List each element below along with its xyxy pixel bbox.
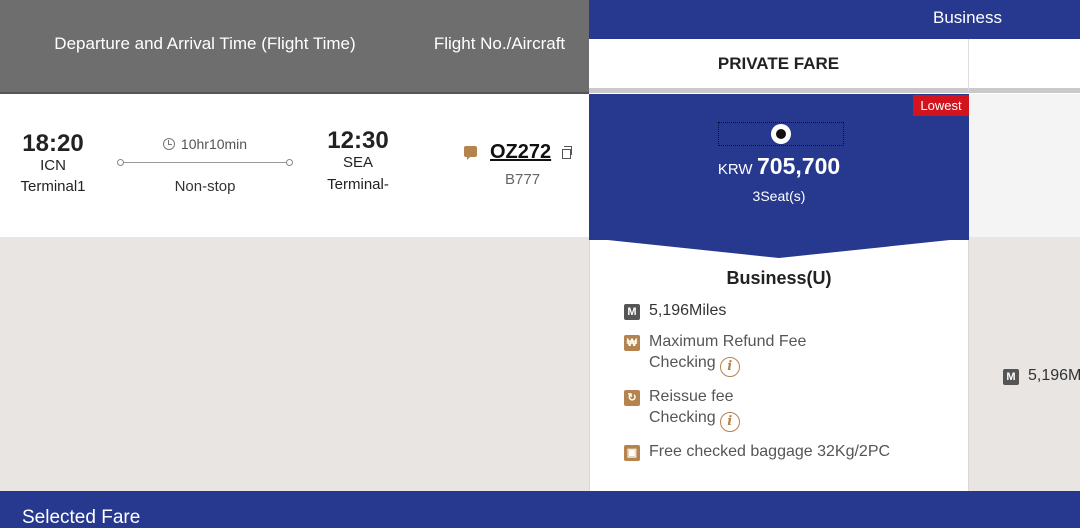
- fare-selection-page: Departure and Arrival Time (Flight Time)…: [0, 0, 1080, 528]
- price-amount: 705,700: [757, 153, 841, 179]
- copy-icon[interactable]: [562, 146, 572, 159]
- header-flight-column: Flight No./Aircraft: [433, 34, 566, 53]
- selected-fare-pointer: [589, 238, 969, 258]
- reissue-icon: ↻: [624, 390, 640, 406]
- cabin-class-label: Business: [933, 8, 1002, 27]
- refund-fee-label: Maximum Refund Fee: [649, 333, 807, 350]
- lowest-badge: Lowest: [913, 95, 969, 116]
- departure-time: 18:20: [22, 130, 84, 157]
- reissue-fee-status: Checking: [649, 409, 716, 426]
- miles-icon: M: [1003, 369, 1019, 385]
- fare-type-label: PRIVATE FARE: [717, 54, 840, 73]
- cabin-class-header: Business: [589, 0, 1080, 39]
- selected-fare-bar: Selected Fare: [0, 491, 1080, 528]
- flight-row: 18:20 ICN Terminal1 10hr10min Non-stop 1…: [0, 94, 589, 237]
- next-fare-miles: 5,196M: [1028, 367, 1080, 384]
- selected-fare-title: Selected Fare: [22, 507, 141, 528]
- info-icon[interactable]: i: [719, 357, 740, 377]
- header-time-column: Departure and Arrival Time (Flight Time): [54, 34, 356, 53]
- reissue-fee-value: Checking i: [649, 409, 740, 432]
- route-line: [120, 162, 290, 163]
- miles-icon: M: [624, 304, 640, 320]
- chat-icon[interactable]: [464, 146, 477, 160]
- info-icon[interactable]: i: [719, 412, 740, 432]
- reissue-fee-label: Reissue fee: [649, 388, 734, 405]
- arrival-terminal: Terminal-: [327, 176, 389, 193]
- fare-type-header: PRIVATE FARE: [589, 39, 969, 93]
- departure-terminal: Terminal1: [20, 178, 86, 195]
- route-start-dot: [117, 159, 124, 166]
- baggage-allowance: Free checked baggage 32Kg/2PC: [649, 443, 891, 460]
- booking-class: Business(U): [726, 268, 832, 288]
- seats-available: 3Seat(s): [752, 188, 806, 204]
- next-fare-cell[interactable]: [969, 94, 1080, 237]
- stops-label: Non-stop: [174, 178, 236, 195]
- arrival-airport: SEA: [342, 154, 373, 171]
- miles-value: 5,196Miles: [649, 302, 727, 319]
- fare-price: KRW 705,700: [589, 153, 969, 180]
- baggage-icon: ▣: [624, 445, 640, 461]
- flight-duration: 10hr10min: [150, 136, 260, 152]
- price-currency: KRW: [717, 161, 753, 178]
- route-end-dot: [286, 159, 293, 166]
- clock-icon: [162, 138, 175, 150]
- fare-radio-button[interactable]: [771, 124, 791, 144]
- departure-airport: ICN: [40, 157, 66, 174]
- arrival-time: 12:30: [327, 127, 389, 154]
- flight-number-link[interactable]: OZ272: [490, 141, 551, 164]
- won-icon: ₩: [624, 335, 640, 351]
- refund-fee-status: Checking: [649, 354, 716, 371]
- refund-fee-value: Checking i: [649, 354, 740, 377]
- table-header: Departure and Arrival Time (Flight Time)…: [0, 0, 589, 93]
- aircraft-type: B777: [505, 171, 541, 188]
- fare-type-header-next: [969, 39, 1080, 93]
- duration-text: 10hr10min: [180, 136, 248, 152]
